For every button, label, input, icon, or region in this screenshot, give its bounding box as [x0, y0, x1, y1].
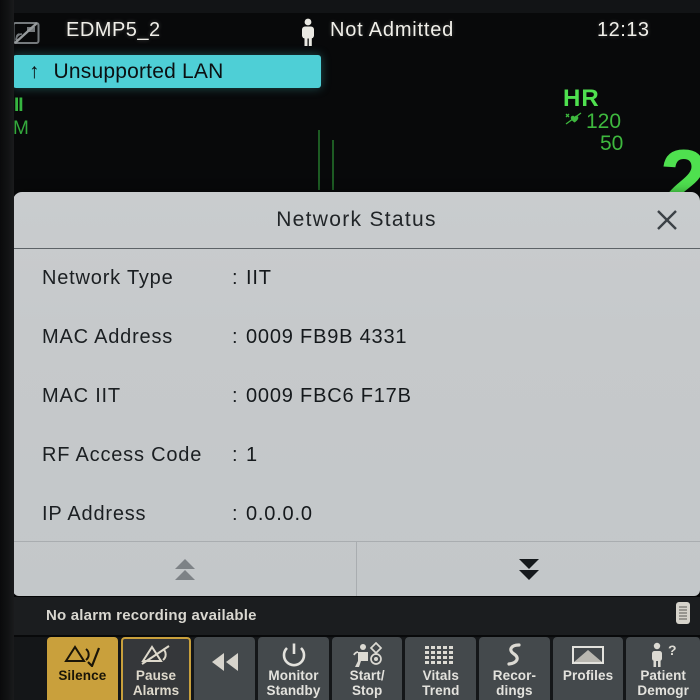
alert-message: Unsupported LAN [53, 59, 224, 83]
row-colon: : [232, 385, 238, 407]
alarm-status-text: No alarm recording available [46, 607, 257, 624]
admission-status: Not Admitted [330, 19, 455, 41]
rewind-button[interactable] [194, 637, 256, 700]
vitals-trend-label: Vitals Trend [422, 668, 460, 698]
hr-high-limit: 120 [586, 110, 622, 133]
row-value: 1 [246, 444, 258, 466]
monitor-screen: EDMP5_2 Not Admitted 12:13 ↑ Unsupported… [0, 0, 700, 700]
double-chevron-up-icon [174, 558, 195, 580]
device-name: EDMP5_2 [66, 19, 161, 41]
row-label: MAC Address [42, 326, 174, 348]
scroll-up-button[interactable] [13, 542, 356, 596]
patient-icon [298, 17, 318, 47]
row-colon: : [232, 267, 238, 289]
dialog-scroll-bar [13, 541, 700, 596]
row-value: 0.0.0.0 [246, 503, 313, 525]
alarm-silence-icon [62, 642, 102, 668]
double-chevron-down-icon [518, 558, 539, 580]
waveform-trace-2 [332, 140, 334, 190]
info-row-ip-address: IP Address : 0.0.0.0 [13, 485, 700, 544]
monitor-standby-button[interactable]: Monitor Standby [258, 637, 329, 700]
svg-text:?: ? [668, 642, 677, 658]
recordings-icon [503, 642, 525, 668]
hr-label: HR [563, 85, 600, 112]
bottom-toolbar: Silence Pause Alarms Monitor Standby Sta… [0, 637, 700, 700]
ecg-lead-primary-label: II [14, 95, 24, 116]
network-status-dialog: Network Status Network Type : IIT MAC Ad… [13, 192, 700, 596]
rewind-icon [208, 642, 242, 682]
patient-demographics-button[interactable]: ? Patient Demogr [626, 637, 700, 700]
dialog-title-bar: Network Status [13, 192, 700, 248]
dialog-body: Network Type : IIT MAC Address : 0009 FB… [13, 249, 700, 542]
profiles-label: Profiles [562, 668, 614, 683]
waveform-trace-1 [318, 130, 320, 190]
row-colon: : [232, 444, 238, 466]
power-standby-icon [281, 642, 307, 668]
info-row-mac-iit: MAC IIT : 0009 FBC6 F17B [13, 367, 700, 426]
silence-label: Silence [58, 668, 107, 683]
clock: 12:13 [597, 19, 650, 41]
top-bezel-strip [0, 0, 700, 13]
patient-demographics-label: Patient Demogr [637, 668, 689, 698]
dialog-title: Network Status [276, 208, 437, 231]
pause-alarms-button[interactable]: Pause Alarms [120, 637, 192, 700]
row-colon: : [232, 326, 238, 348]
profiles-button[interactable]: Profiles [552, 637, 624, 700]
left-bezel [0, 0, 14, 700]
no-network-icon [12, 20, 40, 46]
close-icon[interactable] [652, 205, 682, 235]
alarm-status-bar: No alarm recording available [14, 597, 700, 635]
info-row-mac-address: MAC Address : 0009 FB9B 4331 [13, 308, 700, 367]
hr-low-limit: 50 [600, 132, 624, 155]
recordings-button[interactable]: Recor- dings [479, 637, 550, 700]
start-stop-button[interactable]: Start/ Stop [331, 637, 403, 700]
start-stop-icon [350, 642, 384, 668]
row-label: IP Address [42, 503, 147, 525]
alert-banner[interactable]: ↑ Unsupported LAN [13, 55, 321, 88]
alert-arrow-icon: ↑ [29, 60, 40, 83]
scroll-down-button[interactable] [356, 542, 700, 596]
row-colon: : [232, 503, 238, 525]
vitals-trend-button[interactable]: Vitals Trend [405, 637, 477, 700]
monitor-standby-label: Monitor Standby [266, 668, 321, 698]
status-bar: EDMP5_2 Not Admitted 12:13 [0, 13, 700, 52]
patient-demog-icon: ? [646, 642, 680, 668]
silence-button[interactable]: Silence [47, 637, 118, 700]
printer-icon [674, 600, 692, 626]
recordings-label: Recor- dings [492, 668, 537, 698]
ecg-lead-secondary-label: M [13, 118, 29, 139]
vitals-trend-icon [423, 642, 459, 668]
alarm-pause-icon [139, 642, 173, 668]
info-row-rf-access-code: RF Access Code : 1 [13, 426, 700, 485]
row-label: RF Access Code [42, 444, 203, 466]
pause-alarms-label: Pause Alarms [132, 668, 180, 698]
row-value: IIT [246, 267, 272, 289]
row-value: 0009 FBC6 F17B [246, 385, 412, 407]
info-row-network-type: Network Type : IIT [13, 249, 700, 308]
row-value: 0009 FB9B 4331 [246, 326, 408, 348]
start-stop-label: Start/ Stop [349, 668, 385, 698]
row-label: Network Type [42, 267, 174, 289]
row-label: MAC IIT [42, 385, 121, 407]
profiles-icon [571, 642, 605, 668]
heart-alarm-icon [562, 112, 584, 128]
